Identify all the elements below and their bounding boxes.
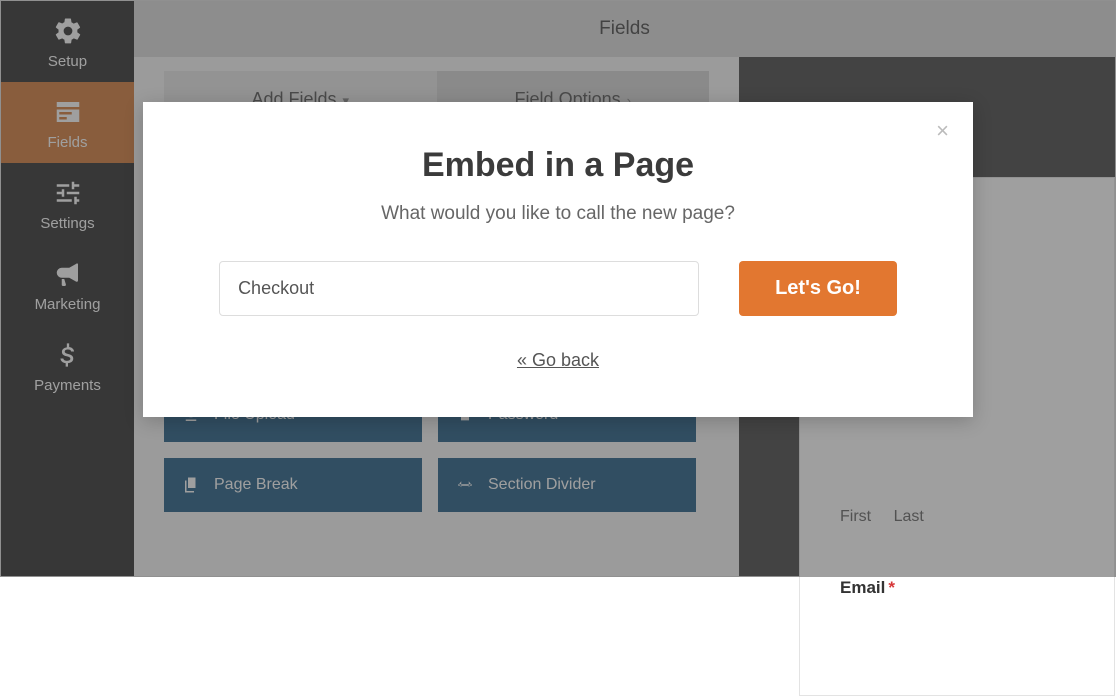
modal-back-row: « Go back [203, 350, 913, 371]
modal-overlay[interactable]: × Embed in a Page What would you like to… [0, 0, 1116, 577]
page-name-input[interactable] [219, 261, 699, 316]
lets-go-button[interactable]: Let's Go! [739, 261, 897, 316]
embed-modal: × Embed in a Page What would you like to… [143, 102, 973, 417]
modal-form: Let's Go! [203, 261, 913, 316]
modal-title: Embed in a Page [203, 146, 913, 185]
close-icon[interactable]: × [936, 120, 949, 142]
go-back-link[interactable]: « Go back [517, 350, 599, 370]
modal-subtitle: What would you like to call the new page… [203, 203, 913, 225]
email-label: Email* [840, 578, 1074, 598]
required-mark: * [888, 578, 895, 597]
